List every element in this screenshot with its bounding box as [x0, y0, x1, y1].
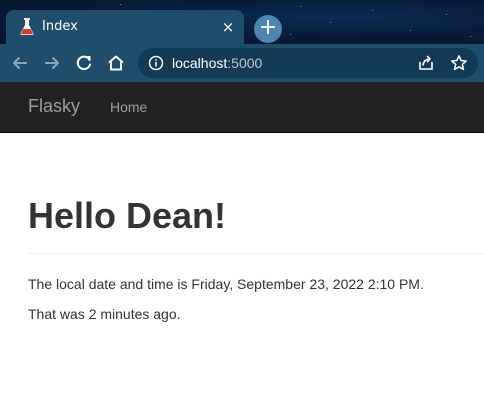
page-title: Hello Dean! — [28, 195, 227, 236]
datetime-text: The local date and time is Friday, Septe… — [28, 276, 424, 292]
navbar-brand[interactable]: Flasky — [28, 96, 80, 117]
browser-toolbar: localhost:5000 — [0, 44, 484, 82]
flask-icon — [19, 18, 35, 36]
forward-arrow-icon[interactable] — [42, 53, 62, 73]
close-icon[interactable]: × — [220, 19, 236, 35]
url-text: localhost:5000 — [172, 55, 262, 71]
share-icon[interactable] — [417, 54, 435, 72]
url-host: localhost — [172, 55, 228, 71]
star-icon[interactable] — [450, 54, 468, 72]
back-arrow-icon[interactable] — [10, 53, 30, 73]
url-port: :5000 — [227, 55, 263, 71]
background-star — [372, 10, 373, 11]
address-bar[interactable]: localhost:5000 — [138, 48, 478, 78]
background-star — [300, 6, 301, 7]
background-star — [120, 4, 121, 5]
relative-time-text: That was 2 minutes ago. — [28, 306, 181, 322]
site-navbar: Flasky Home — [0, 82, 484, 133]
page-header: Hello Dean! — [28, 188, 484, 254]
background-star — [446, 14, 447, 15]
background-star — [470, 36, 471, 37]
home-icon[interactable] — [106, 53, 126, 73]
info-icon[interactable] — [148, 55, 164, 71]
background-star — [290, 34, 291, 35]
tab-title: Index — [42, 19, 78, 34]
plus-icon[interactable]: + — [254, 15, 282, 43]
browser-tab-index[interactable]: Index × — [6, 10, 244, 44]
browser-tab-strip: Index × + — [0, 0, 484, 44]
nav-item-home[interactable]: Home — [110, 99, 147, 115]
background-star — [330, 22, 331, 23]
reload-icon[interactable] — [74, 53, 94, 73]
background-star — [410, 30, 411, 31]
